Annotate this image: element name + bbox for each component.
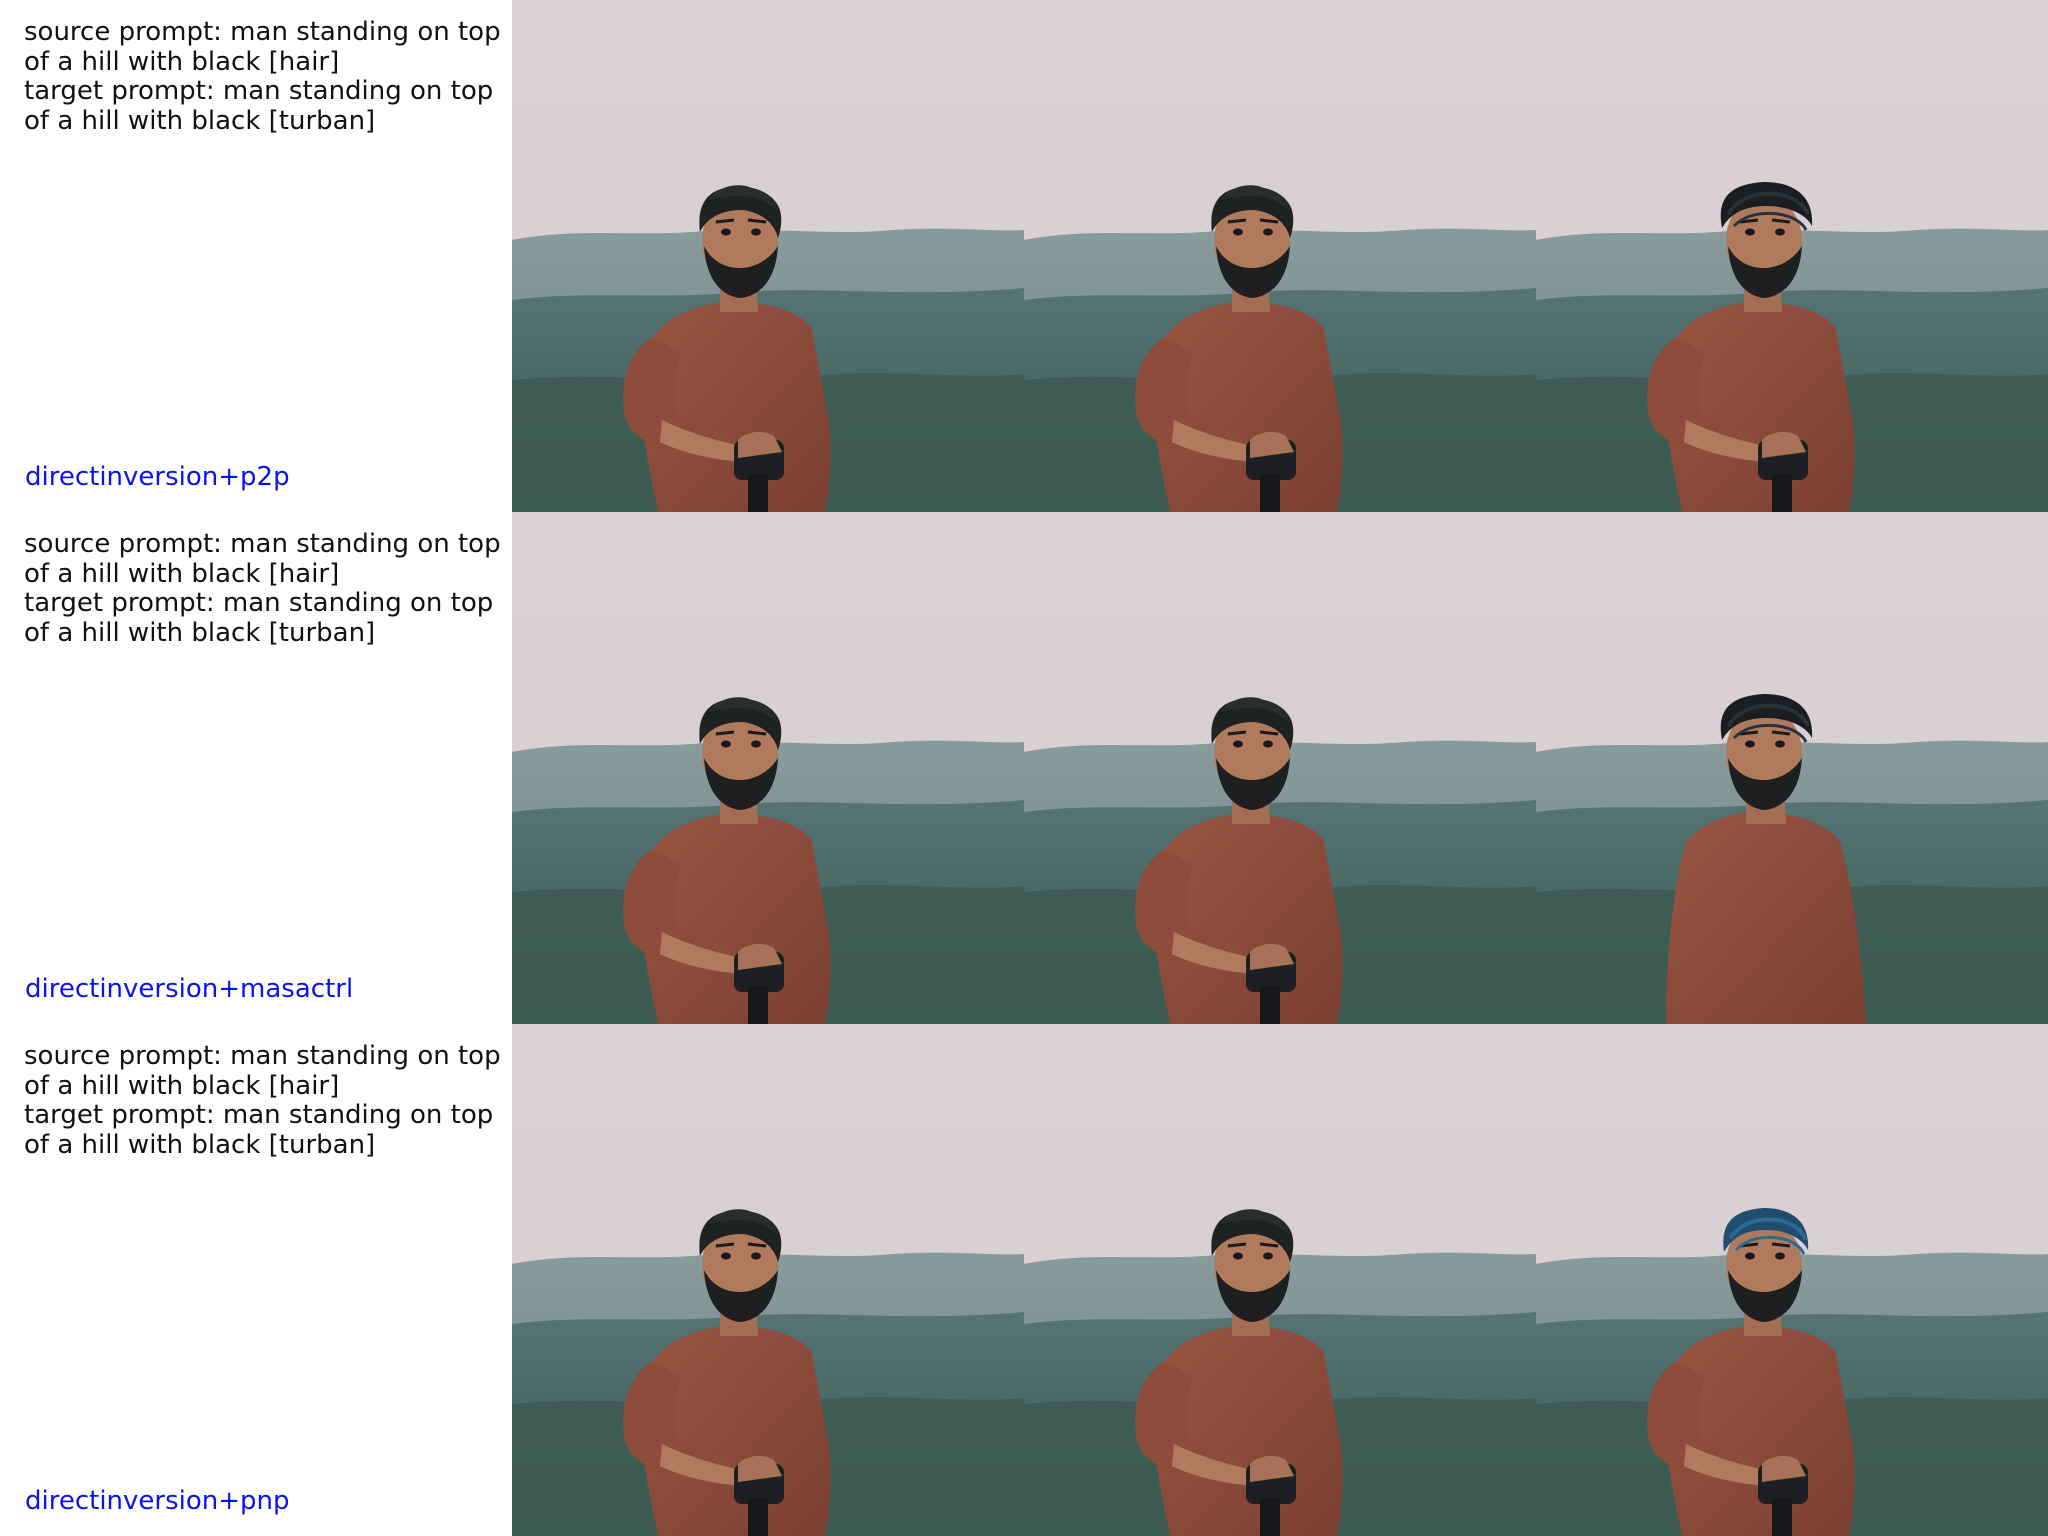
photo-man-hair	[512, 1024, 1024, 1536]
photo-man-black-turban	[1536, 0, 2048, 512]
row-3-source-image	[512, 1024, 1024, 1536]
row-3-prompts: source prompt: man standing on top of a …	[24, 1041, 510, 1160]
row-1-source-image	[512, 0, 1024, 512]
row-3-target-prompt: target prompt: man standing on top of a …	[24, 1100, 494, 1160]
row-3-edited-image	[1536, 1024, 2048, 1536]
row-1-reconstruction-image	[1024, 0, 1536, 512]
row-2-target-prompt: target prompt: man standing on top of a …	[24, 588, 494, 648]
row-1-source-prompt: source prompt: man standing on top of a …	[24, 17, 501, 77]
photo-man-hair	[512, 0, 1024, 512]
photo-man-blue-turban	[1536, 1024, 2048, 1536]
row-3-reconstruction-image	[1024, 1024, 1536, 1536]
row-2-edited-image	[1536, 512, 2048, 1024]
photo-man-hair-reconstruction	[1024, 1024, 1536, 1536]
row-2-prompts: source prompt: man standing on top of a …	[24, 529, 510, 648]
photo-man-hair-reconstruction	[1024, 512, 1536, 1024]
comparison-grid: source prompt: man standing on top of a …	[0, 0, 2048, 1536]
row-1-label-panel: source prompt: man standing on top of a …	[0, 0, 512, 512]
photo-man-hair	[512, 512, 1024, 1024]
row-3-source-prompt: source prompt: man standing on top of a …	[24, 1041, 501, 1101]
row-1-target-prompt: target prompt: man standing on top of a …	[24, 76, 494, 136]
row-2-source-prompt: source prompt: man standing on top of a …	[24, 529, 501, 589]
row-1-method-label: directinversion+p2p	[25, 462, 290, 492]
photo-man-black-turban-front	[1536, 512, 2048, 1024]
photo-man-hair-reconstruction	[1024, 0, 1536, 512]
row-3-label-panel: source prompt: man standing on top of a …	[0, 1024, 512, 1536]
row-2-source-image	[512, 512, 1024, 1024]
row-3-method-label: directinversion+pnp	[25, 1486, 290, 1516]
row-2-method-label: directinversion+masactrl	[25, 974, 354, 1004]
row-2-label-panel: source prompt: man standing on top of a …	[0, 512, 512, 1024]
row-2-reconstruction-image	[1024, 512, 1536, 1024]
row-1-edited-image	[1536, 0, 2048, 512]
row-1-prompts: source prompt: man standing on top of a …	[24, 17, 510, 136]
